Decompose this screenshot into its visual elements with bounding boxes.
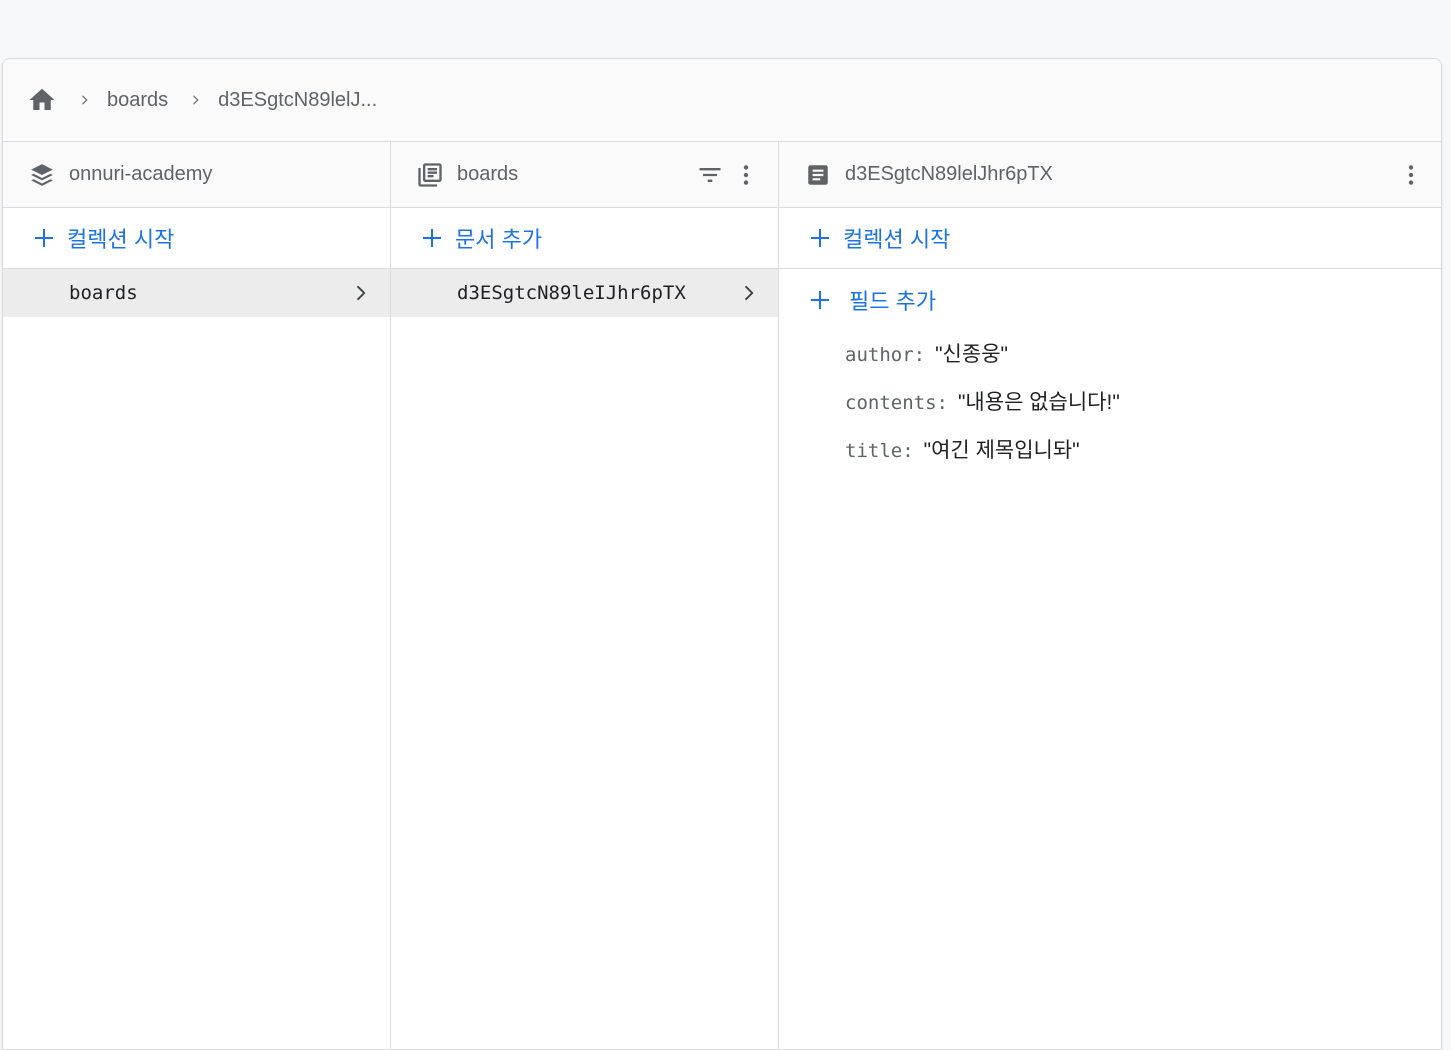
document-column-header: d3ESgtcN89lelJhr6pTX [779,142,1441,208]
field-separator: : [936,392,948,414]
breadcrumb-item-document[interactable]: d3ESgtcN89lelJ... [218,89,377,112]
collection-column-header: boards [391,142,778,208]
chevron-right-icon [348,281,372,305]
collection-item-boards[interactable]: boards [3,269,390,317]
document-fields: author: "신종웅" contents: "내용은 없습니다!" titl… [779,330,1441,482]
firestore-data-panel: boards d3ESgtcN89lelJ... onnuri-academy [2,58,1442,1050]
add-icon [807,225,833,251]
field-value: "여긴 제목입니돠" [923,439,1080,462]
field-row-title[interactable]: title: "여긴 제목입니돠" [779,434,1441,482]
add-icon [807,287,833,313]
document-item[interactable]: d3ESgtcN89leIJhr6pTX [391,269,778,317]
more-vert-icon[interactable] [1393,157,1429,193]
add-icon [419,225,445,251]
collection-title: boards [457,163,519,185]
field-separator: : [913,344,926,366]
data-columns: onnuri-academy 컬렉션 시작 boards boards 문서 추… [3,142,1441,1049]
field-row-contents[interactable]: contents: "내용은 없습니다!" [779,386,1441,434]
start-collection-button[interactable]: 컬렉션 시작 [3,208,390,269]
collection-column: boards 문서 추가 d3ESgtcN89leIJhr6pTX [391,142,779,1049]
add-document-label: 문서 추가 [455,227,543,252]
document-column: d3ESgtcN89lelJhr6pTX 컬렉션 시작 필드 추가 author… [779,142,1441,1049]
breadcrumb-item-boards[interactable]: boards [107,89,168,112]
more-vert-icon[interactable] [728,157,764,193]
home-icon[interactable] [27,85,57,115]
start-subcollection-label: 컬렉션 시작 [843,227,951,252]
field-key: author [845,344,914,366]
add-field-label: 필드 추가 [849,288,937,314]
field-value: "신종웅" [935,343,1008,366]
chevron-right-icon [736,281,760,305]
add-field-button[interactable]: 필드 추가 [779,269,1441,330]
breadcrumb: boards d3ESgtcN89lelJ... [3,59,1441,142]
chevron-right-icon [188,93,202,107]
collection-icon [415,160,445,190]
document-item-label: d3ESgtcN89leIJhr6pTX [457,282,686,304]
add-document-button[interactable]: 문서 추가 [391,208,778,269]
root-column-header: onnuri-academy [3,142,390,208]
start-collection-label: 컬렉션 시작 [67,227,175,252]
project-title: onnuri-academy [69,163,213,185]
field-row-author[interactable]: author: "신종웅" [779,338,1441,386]
field-value: "내용은 없습니다!" [957,391,1120,414]
filter-list-icon[interactable] [692,157,728,193]
collection-item-label: boards [69,282,138,304]
add-icon [31,225,57,251]
field-key: contents [845,392,937,414]
field-key: title [845,440,903,462]
chevron-right-icon [77,93,91,107]
field-separator: : [902,440,914,462]
firestore-layers-icon [27,160,57,190]
start-subcollection-button[interactable]: 컬렉션 시작 [779,208,1441,269]
root-column: onnuri-academy 컬렉션 시작 boards [3,142,391,1049]
document-icon [803,160,833,190]
document-title: d3ESgtcN89lelJhr6pTX [845,163,1053,185]
